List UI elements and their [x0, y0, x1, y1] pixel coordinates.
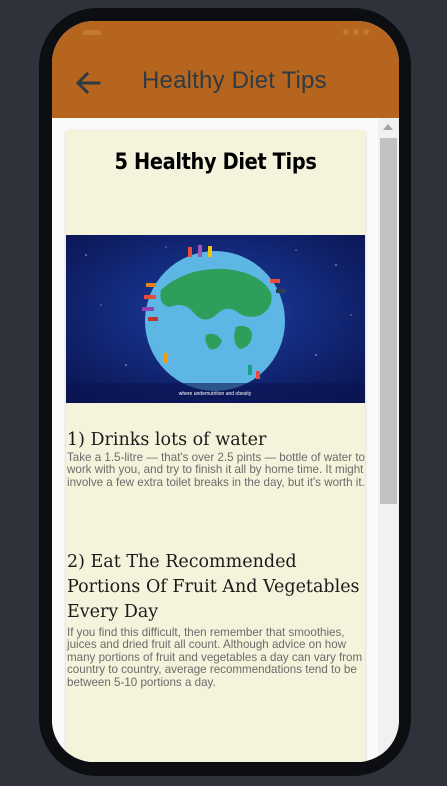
- app-title: Healthy Diet Tips: [142, 67, 327, 94]
- image-caption: where undernutrition and obesity: [179, 391, 252, 397]
- scrollbar[interactable]: [378, 118, 399, 762]
- wifi-icon: [353, 29, 359, 35]
- article-scroll-area[interactable]: 5 Healthy Diet Tips where undernutrition…: [52, 118, 378, 762]
- status-bar-icons: [343, 29, 369, 35]
- battery-icon: [363, 29, 369, 35]
- back-button[interactable]: [72, 69, 104, 97]
- tip-1-body: Take a 1.5-litre — that's over 2.5 pints…: [67, 451, 365, 489]
- tip-2-body: If you find this difficult, then remembe…: [67, 626, 363, 689]
- app-bar: Healthy Diet Tips: [52, 21, 399, 118]
- app-screen: Healthy Diet Tips 5 Healthy Diet Tips wh…: [52, 21, 399, 762]
- scrollbar-thumb[interactable]: [380, 138, 397, 504]
- arrow-left-icon: [75, 72, 101, 94]
- article-title: 5 Healthy Diet Tips: [114, 150, 317, 175]
- tip-2-heading: 2) Eat The Recommended Portions Of Fruit…: [67, 552, 360, 622]
- scroll-up-arrow-icon[interactable]: [383, 124, 393, 130]
- status-bar-time: [83, 30, 101, 35]
- article-card: 5 Healthy Diet Tips where undernutrition…: [66, 130, 365, 762]
- globe-image: where undernutrition and obesity: [66, 235, 365, 403]
- signal-icon: [343, 29, 349, 35]
- tip-1-heading: 1) Drinks lots of water: [67, 430, 267, 450]
